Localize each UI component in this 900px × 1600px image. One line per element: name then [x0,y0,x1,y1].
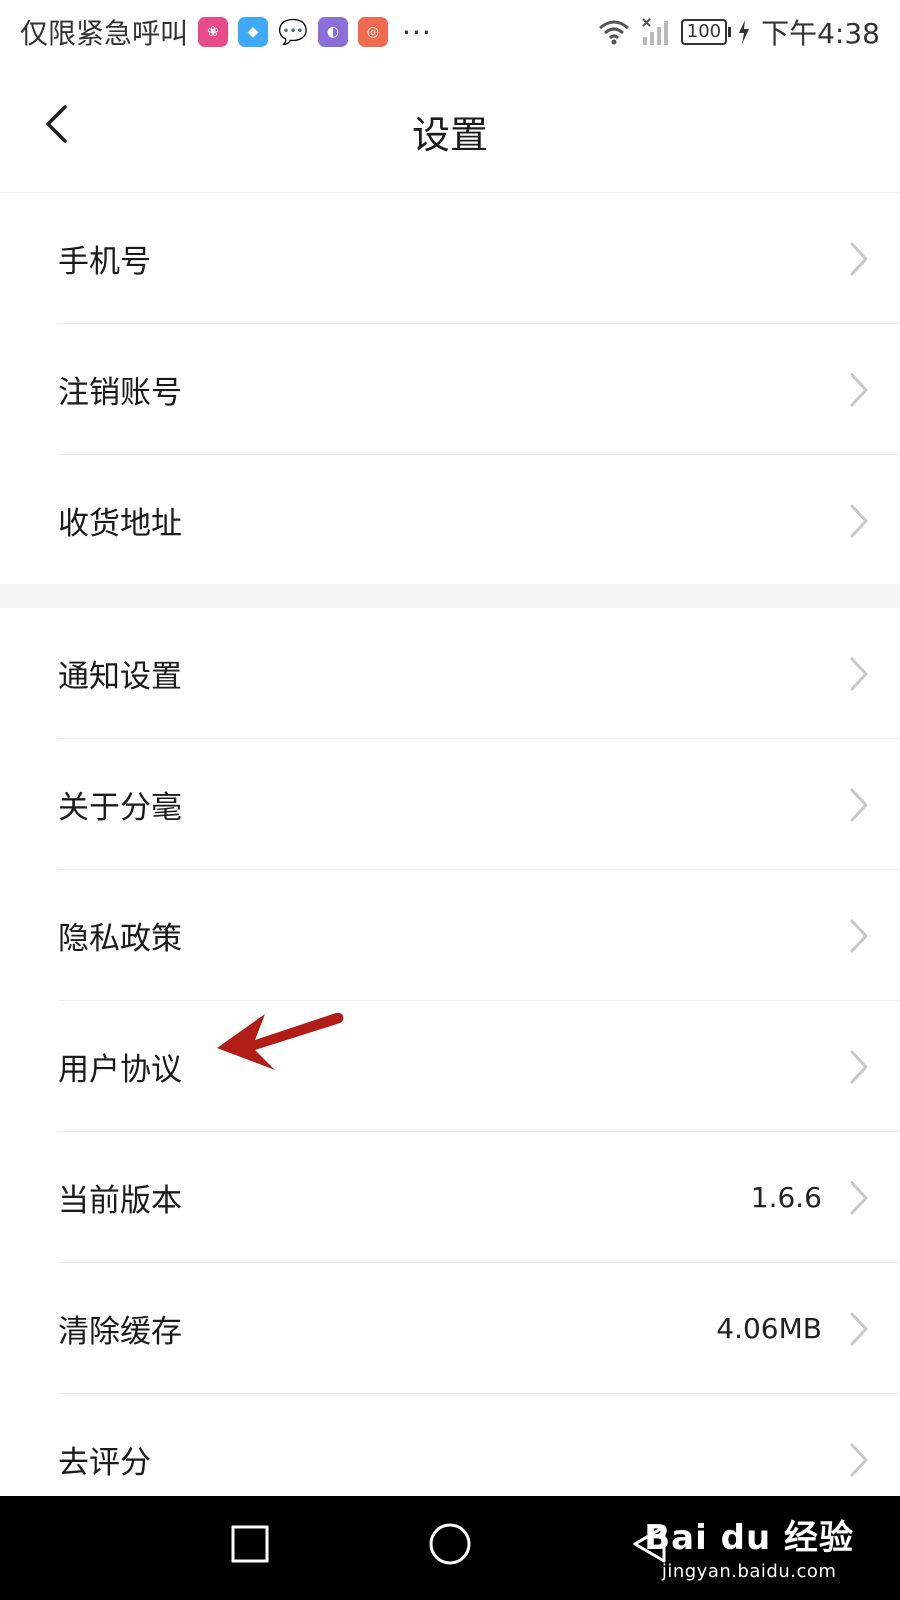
purple-app-icon: ◐ [318,17,349,47]
settings-item-label: 关于分毫 [58,790,182,826]
status-bar: 仅限紧急呼叫 ❀ ◆ 💬 ◐ ◎ ··· 100 下午4:38 [0,0,900,64]
chevron-right-icon [850,788,868,821]
chevron-right-icon [850,1050,868,1083]
wechat-icon: 💬 [278,18,308,46]
recent-apps-icon[interactable] [230,1524,270,1564]
settings-item-label: 去评分 [58,1445,151,1481]
wifi-icon [598,20,629,45]
chevron-right-icon [850,1443,868,1476]
more-notifications: ··· [402,15,432,49]
settings-item-value: 1.6.6 [750,1181,822,1214]
watermark: Bai du 经验 jingyan.baidu.com [644,1510,854,1582]
settings-item-label: 隐私政策 [58,921,182,957]
chevron-right-icon [850,919,868,952]
chevron-right-icon [850,242,868,275]
battery-icon: 100 [680,19,732,45]
app-notification-icon: ❀ [198,17,229,47]
settings-item-notifications[interactable]: 通知设置 [0,608,900,739]
settings-item-label: 收货地址 [58,506,182,542]
carrier-text: 仅限紧急呼叫 [20,17,189,50]
watermark-logo: Bai du 经验 [644,1518,854,1558]
page-title: 设置 [411,113,488,157]
settings-item-phone[interactable]: 手机号 [0,193,900,324]
red-app-icon: ◎ [358,17,389,47]
settings-item-label: 通知设置 [58,659,182,695]
home-icon[interactable] [428,1522,472,1566]
settings-item-shipping-address[interactable]: 收货地址 [0,455,900,586]
signal-icon [642,18,668,45]
settings-item-about[interactable]: 关于分毫 [0,739,900,870]
settings-group-general: 通知设置 关于分毫 隐私政策 用户协议 当前版本 1.6.6 清除缓存 4.06… [0,608,900,1525]
settings-item-cancel-account[interactable]: 注销账号 [0,324,900,455]
settings-item-label: 注销账号 [58,375,182,411]
settings-group-account: 手机号 注销账号 收货地址 [0,193,900,586]
settings-item-current-version[interactable]: 当前版本 1.6.6 [0,1132,900,1263]
settings-item-label: 手机号 [58,244,151,280]
chevron-right-icon [850,373,868,406]
chevron-right-icon [850,504,868,537]
chevron-right-icon [850,1312,868,1345]
battery-level: 100 [686,21,722,42]
settings-item-label: 用户协议 [58,1052,182,1088]
chevron-right-icon [850,657,868,690]
settings-item-clear-cache[interactable]: 清除缓存 4.06MB [0,1263,900,1394]
charging-icon [739,20,750,44]
watermark-url: jingyan.baidu.com [661,1561,837,1582]
annotation-arrow-icon [217,1012,344,1070]
settings-item-privacy-policy[interactable]: 隐私政策 [0,870,900,1001]
status-left: 仅限紧急呼叫 ❀ ◆ 💬 ◐ ◎ ··· [20,12,432,52]
chevron-right-icon [850,1181,868,1214]
status-right: 100 下午4:38 [597,12,880,52]
section-divider [0,584,900,608]
settings-item-label: 当前版本 [58,1183,182,1219]
settings-item-value: 4.06MB [716,1312,822,1345]
shield-app-icon: ◆ [238,17,269,47]
settings-item-user-agreement[interactable]: 用户协议 [0,1001,900,1132]
settings-item-label: 清除缓存 [58,1314,182,1350]
navigation-bar: Bai du 经验 jingyan.baidu.com [0,1496,900,1600]
clock: 下午4:38 [761,17,880,50]
header: 设置 [0,64,900,193]
